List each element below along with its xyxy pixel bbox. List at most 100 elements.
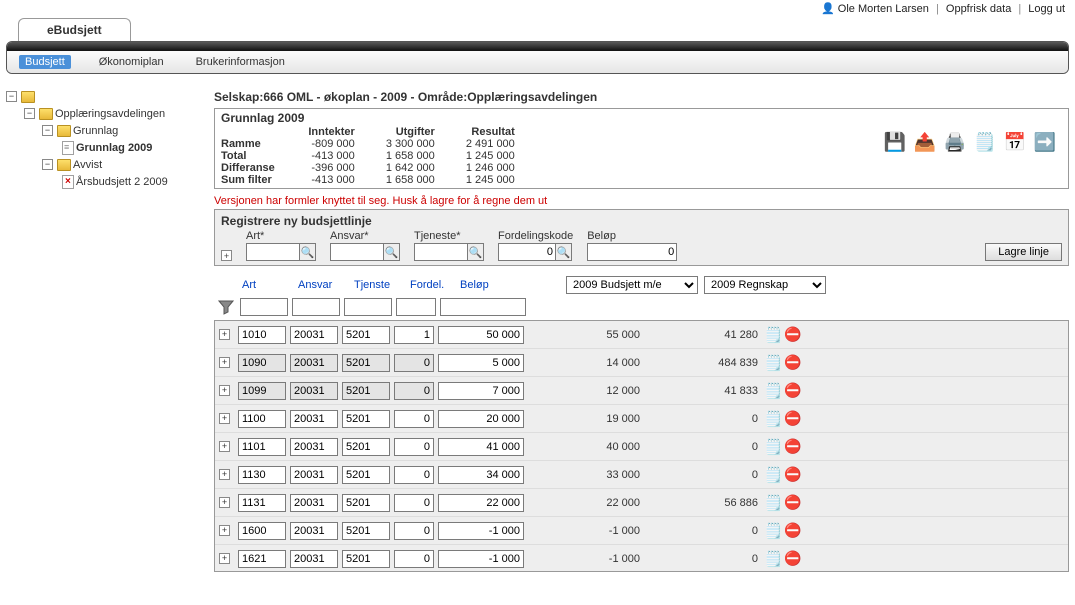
row-tjeneste-input[interactable] [342, 466, 390, 484]
tree-root-expand[interactable]: − [6, 88, 214, 105]
row-art-input[interactable] [238, 522, 286, 540]
row-ansvar-input[interactable] [290, 382, 338, 400]
row-belop-input[interactable] [438, 354, 524, 372]
col-ansvar[interactable]: Ansvar [296, 279, 352, 291]
logout-link[interactable]: Logg ut [1028, 3, 1065, 15]
row-expand-icon[interactable]: + [219, 469, 230, 480]
ansvar-lookup-icon[interactable]: 🔍 [384, 243, 400, 261]
row-ansvar-input[interactable] [290, 550, 338, 568]
row-delete-icon[interactable]: ⛔ [784, 410, 802, 428]
row-note-icon[interactable]: 🗒️ [764, 522, 782, 540]
row-expand-icon[interactable]: + [219, 553, 230, 564]
row-belop-input[interactable] [438, 382, 524, 400]
row-tjeneste-input[interactable] [342, 494, 390, 512]
belop-input[interactable] [587, 243, 677, 261]
proceed-icon[interactable]: ➡️ [1032, 129, 1058, 155]
row-belop-input[interactable] [438, 326, 524, 344]
row-tjeneste-input[interactable] [342, 410, 390, 428]
refresh-data-link[interactable]: Oppfrisk data [946, 3, 1011, 15]
row-belop-input[interactable] [438, 494, 524, 512]
col-tjeneste[interactable]: Tjenste [352, 279, 408, 291]
row-belop-input[interactable] [438, 438, 524, 456]
filter-ansvar-input[interactable] [292, 298, 340, 316]
row-note-icon[interactable]: 🗒️ [764, 550, 782, 568]
art-lookup-icon[interactable]: 🔍 [300, 243, 316, 261]
tree-node-avvist[interactable]: − Avvist [42, 156, 214, 173]
row-note-icon[interactable]: 🗒️ [764, 494, 782, 512]
row-fordel-input[interactable] [394, 438, 434, 456]
toggle-icon[interactable]: − [24, 108, 35, 119]
row-ansvar-input[interactable] [290, 466, 338, 484]
filter-belop-input[interactable] [440, 298, 526, 316]
row-tjeneste-input[interactable] [342, 354, 390, 372]
menu-brukerinfo[interactable]: Brukerinformasjon [192, 55, 289, 69]
row-belop-input[interactable] [438, 410, 524, 428]
row-art-input[interactable] [238, 382, 286, 400]
row-ansvar-input[interactable] [290, 438, 338, 456]
row-note-icon[interactable]: 🗒️ [764, 466, 782, 484]
col-belop[interactable]: Beløp [458, 279, 546, 291]
row-ansvar-input[interactable] [290, 354, 338, 372]
row-delete-icon[interactable]: ⛔ [784, 354, 802, 372]
row-expand-icon[interactable]: + [219, 329, 230, 340]
row-art-input[interactable] [238, 410, 286, 428]
row-belop-input[interactable] [438, 522, 524, 540]
fordel-lookup-icon[interactable]: 🔍 [556, 243, 572, 261]
row-note-icon[interactable]: 🗒️ [764, 382, 782, 400]
tree-doc-arsbudsjett[interactable]: Årsbudsjett 2 2009 [60, 173, 214, 190]
tree-doc-grunnlag-2009[interactable]: Grunnlag 2009 [60, 139, 214, 156]
tjeneste-lookup-icon[interactable]: 🔍 [468, 243, 484, 261]
row-art-input[interactable] [238, 354, 286, 372]
row-ansvar-input[interactable] [290, 410, 338, 428]
row-fordel-input[interactable] [394, 354, 434, 372]
row-art-input[interactable] [238, 466, 286, 484]
compare-col-2-select[interactable]: 2009 Regnskap [704, 276, 826, 294]
row-fordel-input[interactable] [394, 522, 434, 540]
row-ansvar-input[interactable] [290, 494, 338, 512]
row-expand-icon[interactable]: + [219, 525, 230, 536]
row-fordel-input[interactable] [394, 550, 434, 568]
row-tjeneste-input[interactable] [342, 326, 390, 344]
row-delete-icon[interactable]: ⛔ [784, 466, 802, 484]
art-input[interactable] [246, 243, 300, 261]
ansvar-input[interactable] [330, 243, 384, 261]
row-art-input[interactable] [238, 494, 286, 512]
row-fordel-input[interactable] [394, 382, 434, 400]
row-expand-icon[interactable]: + [219, 413, 230, 424]
row-ansvar-input[interactable] [290, 522, 338, 540]
filter-icon[interactable] [218, 299, 234, 315]
row-note-icon[interactable]: 🗒️ [764, 410, 782, 428]
row-fordel-input[interactable] [394, 326, 434, 344]
row-delete-icon[interactable]: ⛔ [784, 522, 802, 540]
row-belop-input[interactable] [438, 466, 524, 484]
filter-tjeneste-input[interactable] [344, 298, 392, 316]
filter-fordel-input[interactable] [396, 298, 436, 316]
expand-newline-icon[interactable]: + [221, 250, 232, 261]
row-fordel-input[interactable] [394, 410, 434, 428]
row-expand-icon[interactable]: + [219, 385, 230, 396]
export-icon[interactable]: 📤 [912, 129, 938, 155]
calendar-icon[interactable]: 📅 [1002, 129, 1028, 155]
col-fordel[interactable]: Fordel. [408, 279, 458, 291]
row-expand-icon[interactable]: + [219, 357, 230, 368]
row-tjeneste-input[interactable] [342, 550, 390, 568]
menu-budsjett[interactable]: Budsjett [19, 55, 71, 69]
compare-col-1-select[interactable]: 2009 Budsjett m/e [566, 276, 698, 294]
row-tjeneste-input[interactable] [342, 438, 390, 456]
filter-art-input[interactable] [240, 298, 288, 316]
save-line-button[interactable]: Lagre linje [985, 243, 1062, 261]
row-expand-icon[interactable]: + [219, 441, 230, 452]
toggle-icon[interactable]: − [6, 91, 17, 102]
toggle-icon[interactable]: − [42, 159, 53, 170]
toggle-icon[interactable]: − [42, 125, 53, 136]
app-tab[interactable]: eBudsjett [18, 18, 131, 41]
row-art-input[interactable] [238, 326, 286, 344]
row-delete-icon[interactable]: ⛔ [784, 382, 802, 400]
row-fordel-input[interactable] [394, 466, 434, 484]
budget-grid[interactable]: +55 00041 280🗒️⛔+14 000484 839🗒️⛔+12 000… [214, 320, 1069, 572]
row-note-icon[interactable]: 🗒️ [764, 354, 782, 372]
row-ansvar-input[interactable] [290, 326, 338, 344]
tree-node-grunnlag[interactable]: − Grunnlag [42, 122, 214, 139]
row-expand-icon[interactable]: + [219, 497, 230, 508]
note-icon[interactable]: 🗒️ [972, 129, 998, 155]
